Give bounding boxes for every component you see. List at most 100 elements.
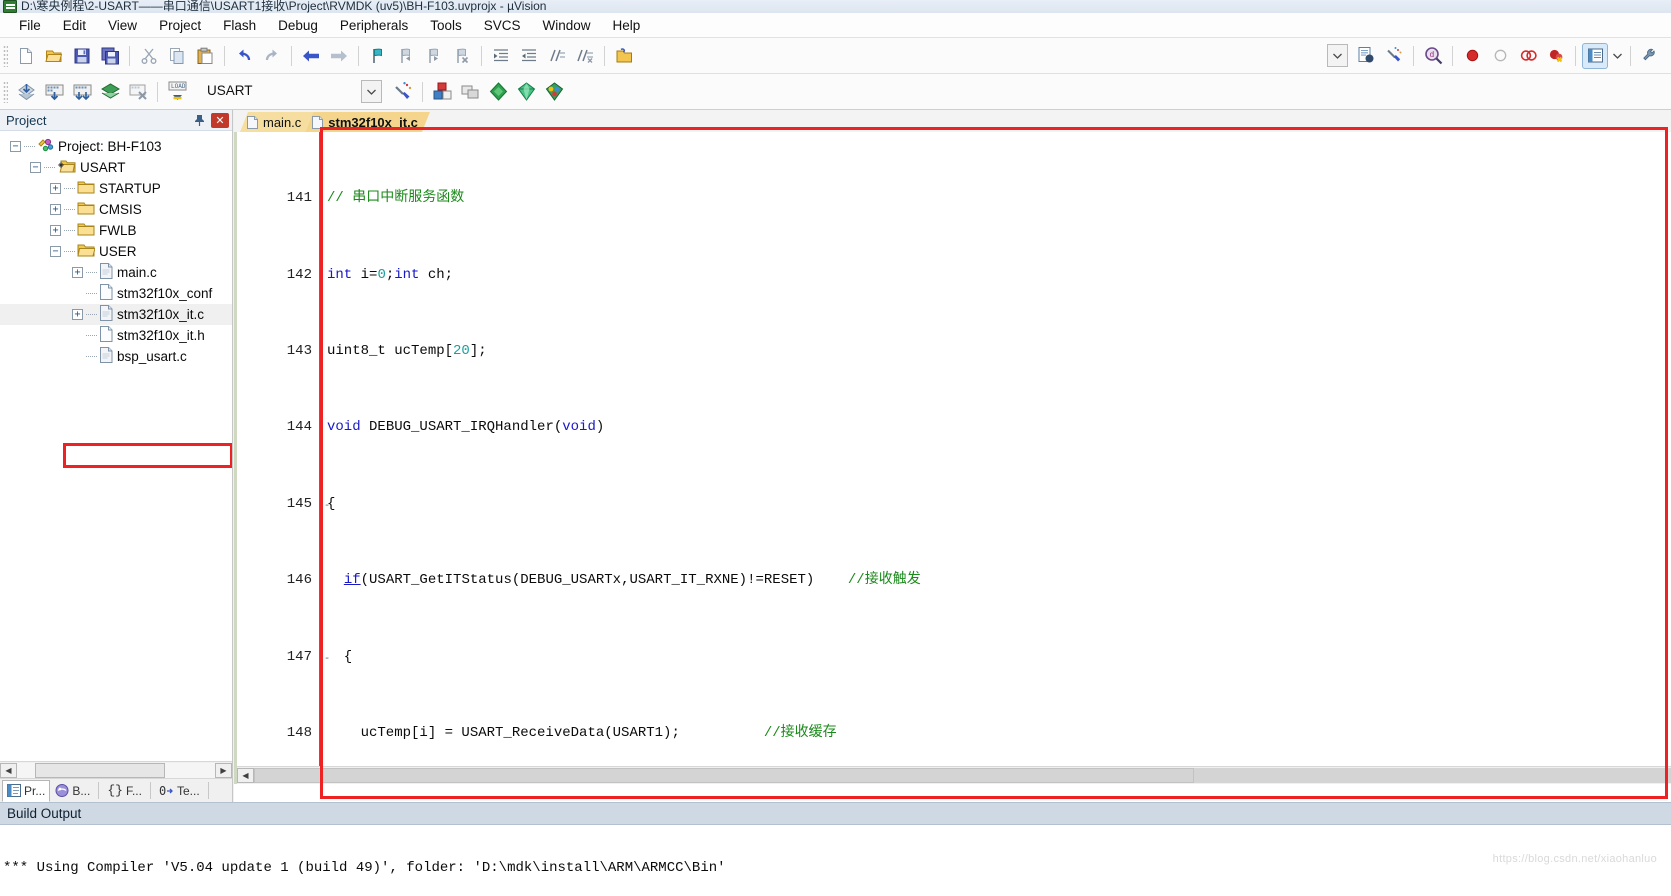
scroll-right-icon[interactable]: ▶	[215, 762, 232, 778]
editor-tab-stm32f10x-it-c[interactable]: stm32f10x_it.c	[305, 112, 430, 132]
target-options-button[interactable]	[390, 79, 416, 105]
tree-item-main-c[interactable]: + main.c	[0, 262, 232, 283]
tree-item-stm32f10x-conf[interactable]: stm32f10x_conf	[0, 283, 232, 304]
components-button[interactable]	[541, 79, 567, 105]
bookmark-clear-button[interactable]	[449, 43, 475, 69]
breakpoint-enable-button[interactable]	[1487, 43, 1513, 69]
bookmark-toggle-button[interactable]	[365, 43, 391, 69]
download-button[interactable]: LOAD	[164, 79, 190, 105]
menu-tools[interactable]: Tools	[419, 15, 473, 36]
scroll-track[interactable]	[254, 768, 1671, 783]
comment-button[interactable]	[544, 43, 570, 69]
project-window-button[interactable]	[1582, 42, 1608, 69]
expander-toggle[interactable]: −	[10, 141, 21, 152]
translate-button[interactable]	[13, 79, 39, 105]
bookmark-next-button[interactable]	[421, 43, 447, 69]
breakpoint-disable-all-button[interactable]	[1515, 43, 1541, 69]
menu-project[interactable]: Project	[148, 15, 212, 36]
tab-project[interactable]: Pr...	[2, 779, 51, 802]
pin-icon[interactable]	[191, 112, 207, 128]
menu-edit[interactable]: Edit	[52, 15, 97, 36]
menu-help[interactable]: Help	[602, 15, 652, 36]
tree-item-startup[interactable]: + STARTUP	[0, 178, 232, 199]
debug-session-button[interactable]	[1353, 43, 1379, 69]
editor-tab-main-c[interactable]: main.c	[240, 112, 313, 132]
scroll-thumb[interactable]	[35, 762, 165, 778]
code-hscrollbar[interactable]: ◀	[237, 766, 1671, 784]
uncomment-button[interactable]	[572, 43, 598, 69]
expander-toggle[interactable]: +	[72, 267, 83, 278]
stop-build-button[interactable]	[125, 79, 151, 105]
tab-templates[interactable]: 0 Te...	[154, 780, 205, 802]
bookmark-prev-button[interactable]	[393, 43, 419, 69]
tree-item-cmsis[interactable]: + CMSIS	[0, 199, 232, 220]
chevron-down-icon[interactable]	[1327, 44, 1348, 67]
chevron-down-icon-toolbar[interactable]	[1610, 43, 1624, 69]
new-file-button[interactable]	[13, 43, 39, 69]
menu-flash[interactable]: Flash	[212, 15, 267, 36]
scroll-left-icon[interactable]: ◀	[0, 762, 17, 778]
indent-button[interactable]	[488, 43, 514, 69]
save-all-button[interactable]	[97, 43, 123, 69]
open-include-button[interactable]	[611, 43, 637, 69]
tab-functions[interactable]: {} F...	[102, 780, 147, 802]
expander-toggle[interactable]: +	[72, 309, 83, 320]
scroll-thumb[interactable]	[254, 768, 1194, 783]
config-wizard-button[interactable]	[1381, 43, 1407, 69]
redo-button[interactable]	[259, 43, 285, 69]
undo-button[interactable]	[231, 43, 257, 69]
rebuild-button[interactable]	[69, 79, 95, 105]
tree-item-stm32f10x-it-h[interactable]: stm32f10x_it.h	[0, 325, 232, 346]
menu-debug[interactable]: Debug	[267, 15, 329, 36]
manage-run-time-button[interactable]	[429, 79, 455, 105]
multi-project-button[interactable]	[457, 79, 483, 105]
menu-peripherals[interactable]: Peripherals	[329, 15, 419, 36]
build-button[interactable]	[41, 79, 67, 105]
paste-button[interactable]	[192, 43, 218, 69]
build-output-text[interactable]: *** Using Compiler 'V5.04 update 1 (buil…	[0, 825, 1671, 895]
copy-button[interactable]	[164, 43, 190, 69]
tab-books[interactable]: B...	[50, 780, 95, 802]
open-file-button[interactable]	[41, 43, 67, 69]
code-lines[interactable]: 141 // 串口中断服务函数 142 int i=0;int ch; 143 uin…	[237, 132, 1671, 784]
find-in-files-button[interactable]: d	[1420, 43, 1446, 69]
cut-button[interactable]	[136, 43, 162, 69]
project-tree[interactable]: − Project: BH-F103 − USART + STARTUP + C…	[0, 131, 232, 761]
code-editor[interactable]: 141 // 串口中断服务函数 142 int i=0;int ch; 143 uin…	[234, 132, 1671, 784]
breakpoint-kill-all-button[interactable]	[1543, 43, 1569, 69]
tree-item-project[interactable]: − Project: BH-F103	[0, 136, 232, 157]
navigate-back-button[interactable]	[298, 43, 324, 69]
toolbar-grip[interactable]	[3, 80, 8, 103]
scroll-track[interactable]	[17, 762, 215, 778]
debug-target-combo[interactable]	[1327, 44, 1348, 67]
toolbar-grip[interactable]	[3, 44, 8, 67]
chevron-down-icon[interactable]	[361, 80, 382, 103]
expander-toggle[interactable]: −	[50, 246, 61, 257]
menu-svcs[interactable]: SVCS	[473, 15, 532, 36]
save-button[interactable]	[69, 43, 95, 69]
menu-file[interactable]: File	[8, 15, 52, 36]
configure-button[interactable]	[1637, 43, 1663, 69]
expander-toggle[interactable]: +	[50, 204, 61, 215]
scroll-left-icon[interactable]: ◀	[237, 768, 254, 783]
menu-window[interactable]: Window	[531, 15, 601, 36]
tree-item-bsp-usart-c[interactable]: bsp_usart.c	[0, 346, 232, 367]
tree-item-stm32f10x-it-c[interactable]: + stm32f10x_it.c	[0, 304, 232, 325]
batch-build-button[interactable]	[97, 79, 123, 105]
target-select[interactable]: USART	[201, 80, 382, 103]
expander-toggle[interactable]: +	[50, 225, 61, 236]
target-select-value[interactable]: USART	[201, 80, 361, 103]
breakpoint-insert-button[interactable]	[1459, 43, 1485, 69]
manage-project-items-button[interactable]	[513, 79, 539, 105]
project-tree-hscrollbar[interactable]: ◀ ▶	[0, 761, 232, 778]
expander-toggle[interactable]: +	[50, 183, 61, 194]
outdent-button[interactable]	[516, 43, 542, 69]
pack-installer-button[interactable]	[485, 79, 511, 105]
expander-toggle[interactable]: −	[30, 162, 41, 173]
tree-item-fwlb[interactable]: + FWLB	[0, 220, 232, 241]
close-icon[interactable]: ✕	[211, 112, 229, 128]
navigate-forward-button[interactable]	[326, 43, 352, 69]
tree-item-user[interactable]: − USER	[0, 241, 232, 262]
menu-view[interactable]: View	[97, 15, 148, 36]
tree-item-target-usart[interactable]: − USART	[0, 157, 232, 178]
